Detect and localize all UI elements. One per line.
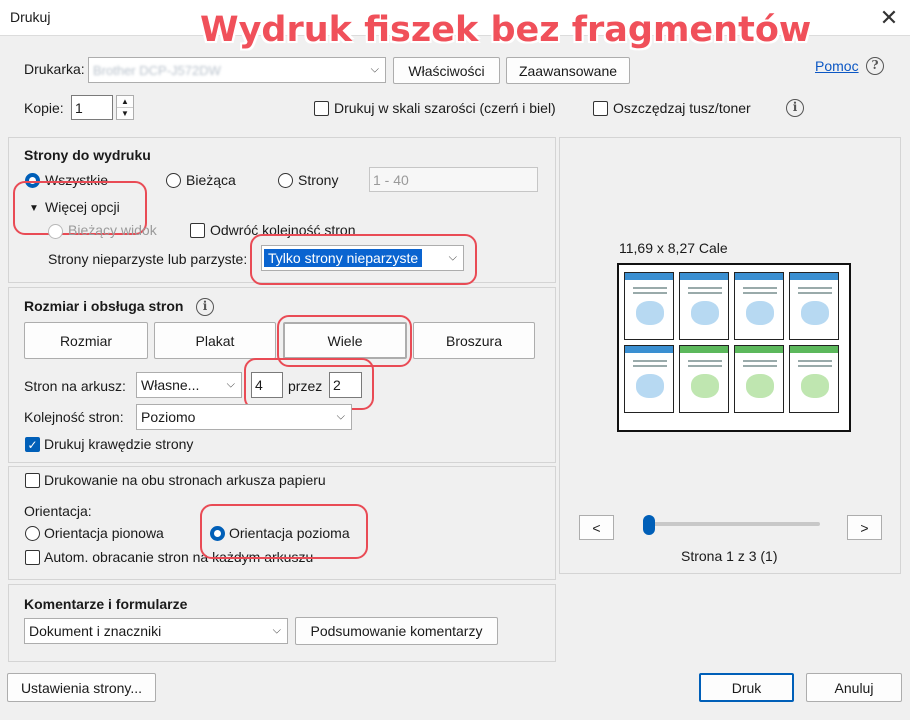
- save-ink-checkbox[interactable]: [593, 101, 608, 116]
- page-order-value: Poziomo: [141, 409, 196, 425]
- auto-rotate-checkbox[interactable]: [25, 550, 40, 565]
- print-borders-checkbox[interactable]: ✓: [25, 437, 40, 452]
- preview-thumbnail: [789, 272, 839, 340]
- page-range-label: Strony: [298, 172, 339, 188]
- preview-thumbnail: [789, 345, 839, 413]
- tab-size[interactable]: Rozmiar: [24, 322, 148, 359]
- current-view-radio[interactable]: [48, 224, 63, 239]
- spin-down-icon[interactable]: ▼: [117, 108, 133, 119]
- chevron-down-icon: ⌵: [336, 410, 345, 423]
- highlight-landscape: [200, 504, 368, 559]
- print-button[interactable]: Druk: [699, 673, 794, 702]
- comments-heading: Komentarze i formularze: [24, 596, 188, 612]
- page-slider-handle[interactable]: [643, 515, 655, 535]
- paper-size-label: 11,69 x 8,27 Cale: [619, 240, 728, 256]
- page-slider[interactable]: [645, 522, 820, 526]
- tab-booklet[interactable]: Broszura: [413, 322, 535, 359]
- overlay-caption: Wydruk fiszek bez fragmentów: [200, 10, 812, 50]
- page-range-input[interactable]: 1 - 40: [369, 167, 538, 192]
- printer-select[interactable]: Brother DCP-J572DW ⌵: [88, 57, 386, 83]
- duplex-label: Drukowanie na obu stronach arkusza papie…: [44, 472, 326, 488]
- chevron-down-icon: ⌵: [226, 378, 235, 391]
- chevron-down-icon: ⌵: [272, 624, 281, 637]
- odd-even-label: Strony nieparzyste lub parzyste:: [48, 251, 248, 267]
- current-page-radio[interactable]: [166, 173, 181, 188]
- save-ink-label: Oszczędzaj tusz/toner: [613, 100, 751, 116]
- copies-spinner[interactable]: ▲ ▼: [116, 95, 134, 120]
- page-order-select[interactable]: Poziomo ⌵: [136, 404, 352, 430]
- spin-up-icon[interactable]: ▲: [117, 96, 133, 108]
- help-link[interactable]: Pomoc: [815, 58, 859, 74]
- page-order-label: Kolejność stron:: [24, 409, 124, 425]
- duplex-checkbox[interactable]: [25, 473, 40, 488]
- sizing-heading: Rozmiar i obsługa stron: [24, 298, 184, 314]
- next-page-button[interactable]: >: [847, 515, 882, 540]
- current-view-label: Bieżący widok: [68, 222, 157, 238]
- print-borders-label: Drukuj krawędzie strony: [44, 436, 194, 452]
- preview-thumbnail: [624, 345, 674, 413]
- orientation-label: Orientacja:: [24, 503, 92, 519]
- sizing-info-icon[interactable]: i: [196, 298, 214, 316]
- window-title: Drukuj: [10, 9, 51, 25]
- pages-heading: Strony do wydruku: [24, 147, 151, 163]
- preview-thumbnail: [734, 345, 784, 413]
- info-icon[interactable]: i: [786, 99, 804, 117]
- copies-label: Kopie:: [24, 100, 64, 116]
- page-status: Strona 1 z 3 (1): [681, 548, 778, 564]
- preview-thumbnail: [679, 345, 729, 413]
- pages-per-sheet-value: Własne...: [141, 377, 200, 393]
- printer-value: Brother DCP-J572DW: [93, 62, 221, 78]
- pages-per-sheet-select[interactable]: Własne... ⌵: [136, 372, 242, 398]
- highlight-grid: [244, 358, 374, 410]
- close-icon[interactable]: ✕: [876, 5, 902, 31]
- portrait-radio[interactable]: [25, 526, 40, 541]
- grayscale-label: Drukuj w skali szarości (czerń i biel): [334, 100, 556, 116]
- advanced-button[interactable]: Zaawansowane: [506, 57, 630, 84]
- page-range-radio[interactable]: [278, 173, 293, 188]
- comments-select[interactable]: Dokument i znaczniki ⌵: [24, 618, 288, 644]
- pages-per-sheet-label: Stron na arkusz:: [24, 378, 126, 394]
- grayscale-checkbox[interactable]: [314, 101, 329, 116]
- comments-summary-button[interactable]: Podsumowanie komentarzy: [295, 617, 498, 645]
- preview-thumbnail: [624, 272, 674, 340]
- portrait-label: Orientacja pionowa: [44, 525, 164, 541]
- chevron-down-icon: ⌵: [370, 63, 379, 76]
- comments-value: Dokument i znaczniki: [29, 623, 162, 639]
- tab-poster[interactable]: Plakat: [154, 322, 276, 359]
- reverse-order-checkbox[interactable]: [190, 223, 205, 238]
- properties-button[interactable]: Właściwości: [393, 57, 500, 84]
- page-setup-button[interactable]: Ustawienia strony...: [7, 673, 156, 702]
- printer-label: Drukarka:: [24, 61, 85, 77]
- cancel-button[interactable]: Anuluj: [806, 673, 902, 702]
- prev-page-button[interactable]: <: [579, 515, 614, 540]
- preview-thumbnail: [679, 272, 729, 340]
- preview-thumbnail: [734, 272, 784, 340]
- highlight-odd-even: [250, 234, 477, 285]
- current-page-label: Bieżąca: [186, 172, 236, 188]
- copies-input[interactable]: 1: [71, 95, 113, 120]
- help-icon[interactable]: ?: [866, 57, 884, 75]
